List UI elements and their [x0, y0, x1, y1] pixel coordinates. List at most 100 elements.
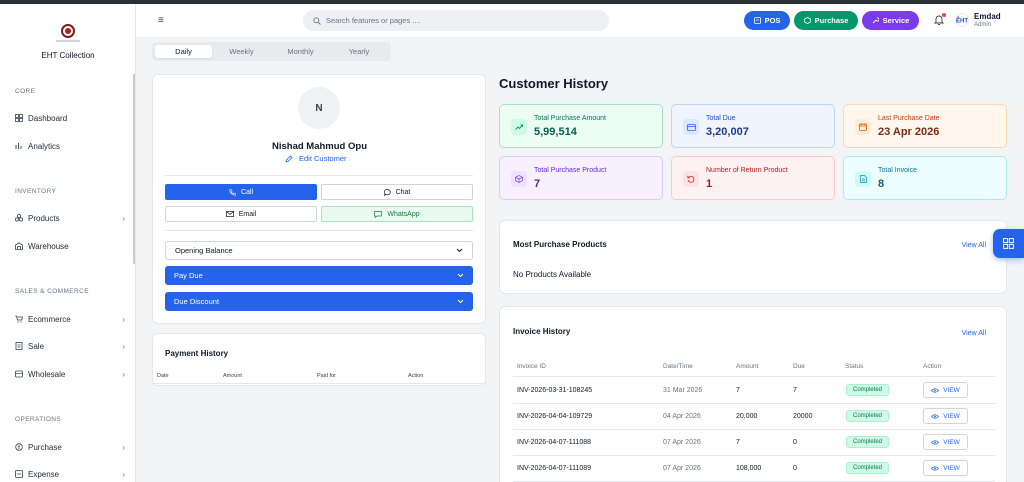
chevron-down-icon [457, 299, 464, 304]
wrench-icon [872, 17, 879, 24]
tab-yearly[interactable]: Yearly [330, 45, 388, 58]
sidebar-item-sale[interactable]: Sale › [15, 339, 125, 353]
stat-value: 23 Apr 2026 [878, 126, 940, 138]
pay-due-dropdown[interactable]: Pay Due [165, 266, 473, 285]
status-badge: Completed [846, 384, 890, 396]
sidebar-item-label: Dashboard [28, 113, 68, 123]
tab-weekly[interactable]: Weekly [212, 45, 271, 58]
invoice-date: 31 Mar 2026 [663, 387, 703, 394]
sidebar-item-expense[interactable]: Expense › [15, 467, 125, 481]
most-purchase-title: Most Purchase Products [513, 240, 607, 249]
sidebar-item-products[interactable]: Products › [14, 211, 125, 225]
view-invoice-button[interactable]: VIEW [923, 434, 968, 450]
purchase-label: Purchase [814, 16, 849, 25]
sale-icon [15, 342, 23, 350]
stat-value: 7 [534, 178, 541, 190]
payment-col-paid-for: Paid for [317, 373, 336, 379]
whatsapp-button[interactable]: WhatsApp [321, 206, 473, 222]
grid-icon [1003, 238, 1014, 249]
invoice-id: INV-2026-04-07-111089 [517, 465, 592, 472]
whatsapp-label: WhatsApp [387, 210, 420, 218]
invoice-view-all-link[interactable]: View All [962, 330, 986, 337]
brand-logo [61, 24, 75, 38]
sidebar-item-warehouse[interactable]: Warehouse [15, 239, 125, 253]
stat-value: 1 [706, 178, 713, 190]
status-badge: Completed [846, 462, 890, 474]
pencil-icon [285, 154, 293, 163]
service-button[interactable]: Service [862, 11, 919, 30]
chevron-right-icon: › [122, 469, 125, 479]
sidebar-item-analytics[interactable]: Analytics [15, 139, 125, 153]
invoice-history-title: Invoice History [513, 327, 571, 336]
payment-col-amount: Amount [223, 373, 242, 379]
eye-icon [931, 413, 940, 419]
invoice-id: INV-2026-04-07-111088 [517, 439, 592, 446]
dashboard-icon [15, 114, 23, 122]
pos-button[interactable]: POS [744, 11, 790, 30]
sidebar-item-purchase[interactable]: Purchase › [15, 440, 125, 454]
email-button[interactable]: Email [165, 206, 317, 222]
email-label: Email [238, 210, 257, 218]
stat-label: Number of Return Product [706, 167, 788, 174]
eye-icon [931, 465, 940, 471]
divider [165, 175, 473, 176]
chevron-down-icon [457, 273, 464, 278]
chevron-right-icon: › [122, 369, 125, 379]
edit-customer-link[interactable]: Edit Customer [285, 154, 347, 163]
eye-icon [931, 387, 940, 393]
invoice-id: INV-2026-04-04-109729 [517, 413, 593, 420]
most-purchase-products-card: Most Purchase Products View All No Produ… [499, 220, 1007, 294]
call-button[interactable]: Call [165, 184, 317, 200]
stat-value: 5,99,514 [534, 126, 577, 138]
menu-toggle-icon[interactable]: ≡ [158, 15, 164, 26]
chevron-right-icon: › [122, 341, 125, 351]
chat-button[interactable]: Chat [321, 184, 473, 200]
section-title-core: CORE [15, 88, 36, 95]
col-invoice-id: Invoice ID [517, 363, 546, 370]
chevron-down-icon [456, 248, 463, 253]
tab-daily[interactable]: Daily [155, 45, 212, 58]
sidebar-scrollbar[interactable] [133, 74, 135, 264]
warehouse-icon [15, 242, 23, 250]
invoice-amount: 20,000 [736, 413, 758, 420]
opening-balance-dropdown[interactable]: Opening Balance [165, 241, 473, 260]
stat-total-invoice: Total Invoice 8 [843, 156, 1007, 200]
sidebar-item-dashboard[interactable]: Dashboard [15, 111, 125, 125]
box-icon [803, 17, 811, 24]
view-invoice-button[interactable]: VIEW [923, 460, 968, 476]
search-input[interactable] [326, 16, 586, 25]
stat-label: Last Purchase Date [878, 115, 940, 122]
due-discount-dropdown[interactable]: Due Discount [165, 292, 473, 311]
purchase-icon [15, 443, 23, 451]
view-label: VIEW [943, 438, 960, 446]
pay-due-label: Pay Due [174, 271, 203, 280]
search-bar[interactable] [303, 10, 609, 31]
purchase-button[interactable]: Purchase [794, 11, 858, 30]
card-icon [683, 119, 699, 135]
edit-customer-label: Edit Customer [299, 154, 347, 163]
user-role: Admin [974, 22, 992, 28]
table-row: INV-2026-03-31-108245 31 Mar 2026 7 7 Co… [513, 378, 995, 404]
tab-monthly[interactable]: Monthly [271, 45, 330, 58]
status-badge: Completed [846, 410, 890, 422]
table-row: INV-2026-04-04-109729 04 Apr 2026 20,000… [513, 404, 995, 430]
brand-name: EHT Collection [41, 51, 95, 60]
sidebar-item-ecommerce[interactable]: Ecommerce › [15, 312, 125, 326]
sidebar-item-wholesale[interactable]: Wholesale › [15, 367, 125, 381]
floating-apps-button[interactable] [993, 229, 1024, 258]
user-avatar[interactable]: EHT [955, 13, 969, 27]
invoice-date: 07 Apr 2026 [663, 439, 701, 446]
invoice-due: 0 [793, 439, 797, 446]
invoice-due: 20000 [793, 413, 813, 420]
view-invoice-button[interactable]: VIEW [923, 408, 968, 424]
sidebar-item-label: Sale [28, 341, 45, 351]
sidebar-item-label: Ecommerce [28, 314, 71, 324]
chat-icon [383, 188, 391, 196]
view-invoice-button[interactable]: VIEW [923, 382, 968, 398]
service-label: Service [882, 16, 910, 25]
stat-total-purchase-amount: Total Purchase Amount 5,99,514 [499, 104, 663, 148]
most-purchase-view-all-link[interactable]: View All [962, 242, 986, 249]
period-tabs: Daily Weekly Monthly Yearly [152, 42, 391, 61]
products-icon [14, 213, 24, 222]
col-action: Action [923, 363, 942, 370]
